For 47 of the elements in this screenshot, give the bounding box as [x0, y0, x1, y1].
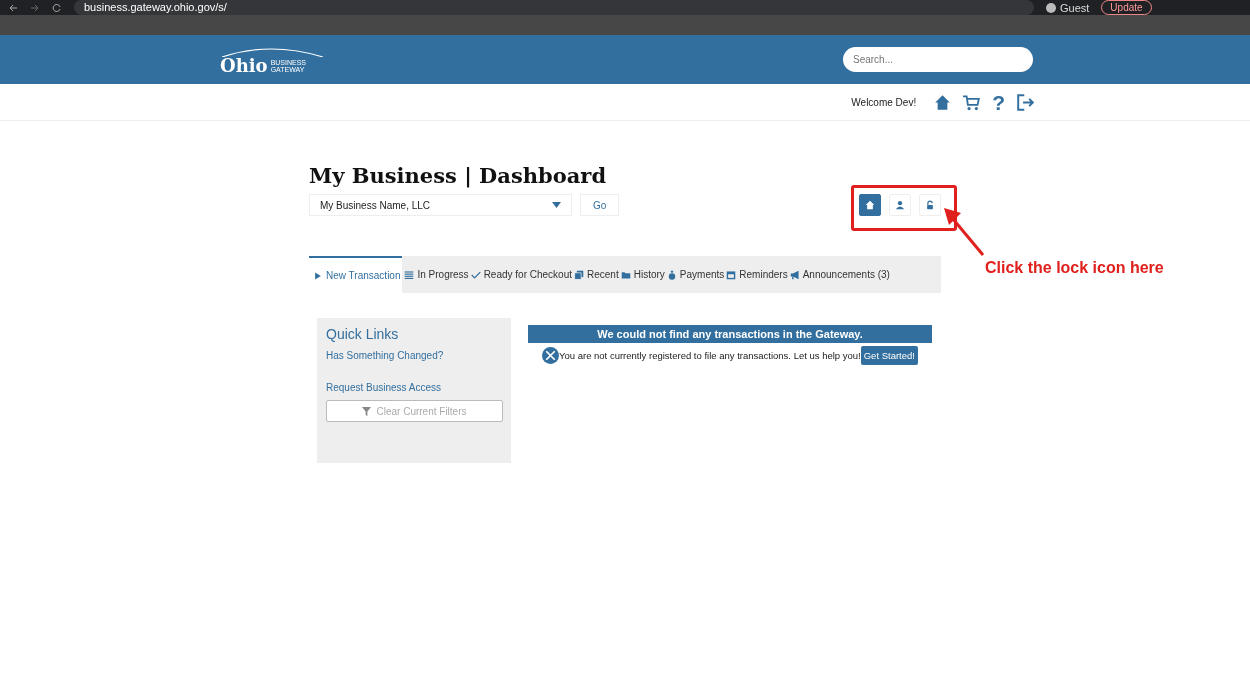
- get-started-button[interactable]: Get Started!: [860, 346, 918, 365]
- help-link[interactable]: ?: [992, 91, 1005, 113]
- logout-icon[interactable]: [1017, 93, 1034, 111]
- notice-heading: We could not find any transactions in the Gateway.: [528, 325, 932, 343]
- profile-name: Guest: [1060, 1, 1090, 14]
- copy-icon: [574, 269, 584, 280]
- caret-icon: [552, 202, 561, 208]
- quick-link[interactable]: Request Business Access: [326, 382, 502, 393]
- tab[interactable]: New Transaction: [309, 256, 403, 293]
- panel-title: Quick Links: [326, 326, 400, 342]
- megaphone-icon: [789, 269, 800, 280]
- bag-icon: [666, 269, 677, 280]
- calendar-icon: [726, 269, 737, 280]
- tab[interactable]: Reminders: [726, 256, 788, 293]
- welcome-text: Welcome Dev!: [851, 96, 917, 108]
- lock-icon: [925, 200, 935, 210]
- pointer-arrow: [943, 207, 985, 257]
- folder-icon: [620, 269, 631, 280]
- lock-view-button[interactable]: [919, 194, 941, 216]
- profile-icon: [1046, 2, 1056, 13]
- tab[interactable]: History: [620, 256, 665, 293]
- go-button[interactable]: Go: [580, 194, 620, 216]
- person-icon: [895, 200, 905, 210]
- page-title: My Business | Dashboard: [309, 163, 608, 188]
- person-view-button[interactable]: [889, 194, 911, 216]
- notice-message: You are not currently registered to file any transactions. Let us help you!: [559, 350, 861, 361]
- tab[interactable]: Payments: [666, 256, 725, 293]
- search-field[interactable]: Search...: [843, 47, 1033, 72]
- quick-link[interactable]: Has Something Changed?: [326, 350, 502, 361]
- back-icon[interactable]: [8, 2, 18, 13]
- home-view-button[interactable]: [859, 194, 881, 216]
- address-bar[interactable]: business.gateway.ohio.gov/s/: [74, 0, 1034, 15]
- tab[interactable]: Recent: [574, 256, 619, 293]
- tab[interactable]: Ready for Checkout: [470, 256, 572, 293]
- check-icon: [470, 269, 481, 280]
- forward-icon[interactable]: [30, 2, 40, 13]
- annotation-text: Click the lock icon here: [985, 258, 1165, 278]
- filter-icon: [362, 406, 372, 416]
- tab[interactable]: Announcements (3): [789, 256, 890, 293]
- tab[interactable]: In Progress: [404, 256, 469, 293]
- business-select[interactable]: My Business Name, LLC: [309, 194, 572, 216]
- cart-icon[interactable]: [963, 93, 981, 111]
- home-icon[interactable]: [934, 93, 952, 111]
- list-icon: [404, 269, 415, 280]
- home-icon: [865, 200, 875, 210]
- play-icon: [313, 270, 323, 281]
- reload-icon[interactable]: [52, 2, 62, 13]
